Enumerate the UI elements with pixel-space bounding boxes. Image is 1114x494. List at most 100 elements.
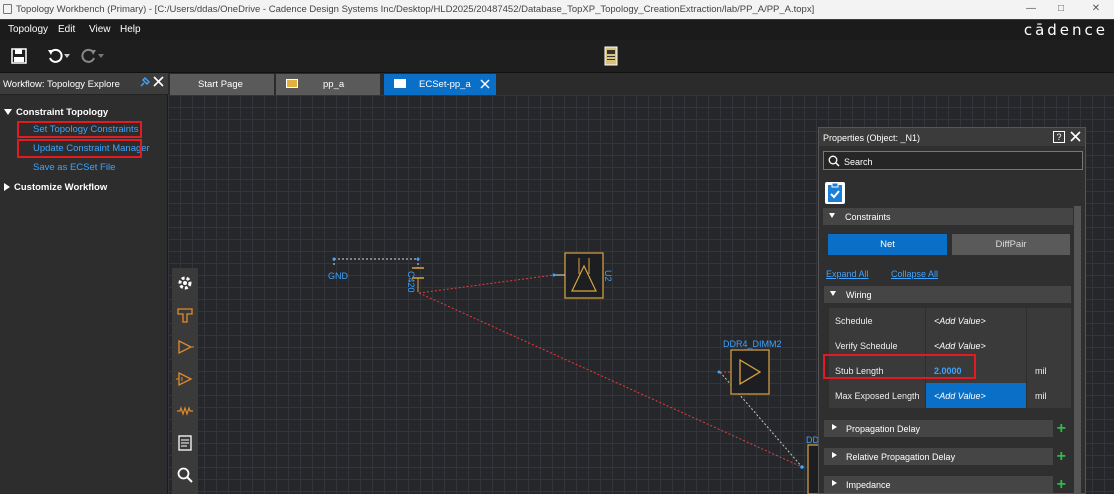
clipboard-check-icon[interactable] xyxy=(825,182,845,204)
undo-dropdown-icon[interactable] xyxy=(62,45,72,67)
wiring-label: Wiring xyxy=(846,290,872,300)
u2-label: U2 xyxy=(603,270,613,282)
topology-file-icon xyxy=(286,79,298,88)
ddr4-dimm2-component[interactable] xyxy=(730,349,770,395)
property-unit: mil xyxy=(1035,366,1047,376)
collapse-all-link[interactable]: Collapse All xyxy=(891,269,938,279)
properties-search-input[interactable]: Search xyxy=(823,151,1083,170)
gnd-label: GND xyxy=(328,271,348,281)
tab-pp-a[interactable]: pp_a xyxy=(276,74,380,95)
menu-help[interactable]: Help xyxy=(120,24,141,35)
redo-dropdown-icon[interactable] xyxy=(96,45,106,67)
group-label: Impedance xyxy=(846,480,891,490)
settings-gear-icon[interactable] xyxy=(174,272,196,294)
property-value-field[interactable]: <Add Value> xyxy=(926,383,1026,408)
receiver-icon[interactable] xyxy=(174,368,196,390)
highlight-box xyxy=(17,139,142,158)
diffpair-tab[interactable]: DiffPair xyxy=(952,234,1070,255)
property-value: <Add Value> xyxy=(934,316,986,326)
workflow-header: Workflow: Topology Explore xyxy=(0,73,168,95)
tab-ecset-pp-a[interactable]: ECSet-pp_a xyxy=(384,74,496,95)
property-unit: mil xyxy=(1035,391,1047,401)
menu-view[interactable]: View xyxy=(89,24,111,35)
component-palette xyxy=(172,268,198,494)
close-panel-icon[interactable] xyxy=(153,76,164,89)
highlight-box xyxy=(17,121,142,138)
tline-icon[interactable] xyxy=(174,304,196,326)
resistor-icon[interactable] xyxy=(174,400,196,422)
wiring-band[interactable]: Wiring xyxy=(824,286,1071,303)
net-tab[interactable]: Net xyxy=(828,234,947,255)
properties-scrollbar[interactable] xyxy=(1074,206,1081,493)
toolbar-document-icon[interactable] xyxy=(600,45,622,67)
group-relative-propagation-delay[interactable]: Relative Propagation Delay + xyxy=(824,448,1066,465)
property-value: <Add Value> xyxy=(934,341,986,351)
section-label: Constraint Topology xyxy=(16,107,109,118)
add-icon[interactable]: + xyxy=(1057,420,1066,437)
help-icon[interactable]: ? xyxy=(1053,131,1065,143)
zoom-icon[interactable] xyxy=(174,464,196,486)
tab-label: ECSet-pp_a xyxy=(419,79,471,90)
c420-label: C420 xyxy=(406,271,416,293)
dd-pin-dot xyxy=(800,465,804,469)
property-value: <Add Value> xyxy=(934,391,986,401)
property-value-field[interactable]: <Add Value> xyxy=(926,308,1026,333)
cadence-logo: cādence xyxy=(1023,21,1108,39)
collapse-triangle-icon xyxy=(4,183,10,192)
menu-edit[interactable]: Edit xyxy=(58,24,75,35)
close-window-button[interactable]: ✕ xyxy=(1085,3,1107,14)
group-impedance[interactable]: Impedance + xyxy=(824,476,1066,493)
c420-pin-dot xyxy=(416,257,420,261)
net-wire-u2 xyxy=(418,274,555,294)
close-tab-icon[interactable] xyxy=(480,79,490,92)
gnd-pin-dot xyxy=(332,257,336,261)
expand-triangle-icon xyxy=(830,291,836,296)
properties-title: Properties (Object: _N1) xyxy=(823,133,921,143)
workflow-panel: Workflow: Topology Explore Constraint To… xyxy=(0,73,168,494)
add-icon[interactable]: + xyxy=(1057,476,1066,493)
property-row-max-exposed-length: Max Exposed Length <Add Value> mil xyxy=(829,383,1071,408)
group-propagation-delay[interactable]: Propagation Delay + xyxy=(824,420,1066,437)
tab-start-page[interactable]: Start Page xyxy=(170,74,274,95)
minimize-button[interactable]: — xyxy=(1020,3,1042,14)
search-placeholder: Search xyxy=(844,157,873,167)
expand-all-link[interactable]: Expand All xyxy=(826,269,869,279)
ddr4-dimm2-label: DDR4_DIMM2 xyxy=(723,339,782,349)
group-label: Relative Propagation Delay xyxy=(846,452,956,462)
search-icon xyxy=(828,155,840,169)
properties-header: Properties (Object: _N1) ? xyxy=(819,128,1085,146)
section-constraint-topology[interactable]: Constraint Topology xyxy=(4,107,108,118)
maximize-button[interactable]: □ xyxy=(1050,3,1072,14)
document-tabs: Start Page pp_a ECSet-pp_a xyxy=(168,73,1114,95)
toolbar xyxy=(0,40,1114,73)
pin-icon[interactable] xyxy=(139,77,150,90)
constraints-label: Constraints xyxy=(845,212,891,222)
ecset-file-icon xyxy=(394,79,406,88)
property-name: Verify Schedule xyxy=(835,341,898,351)
app-icon xyxy=(3,4,12,14)
u2-pin-dot xyxy=(552,273,556,277)
property-name: Schedule xyxy=(835,316,873,326)
link-save-ecset-file[interactable]: Save as ECSet File xyxy=(33,162,115,173)
add-icon[interactable]: + xyxy=(1057,448,1066,465)
properties-panel: Properties (Object: _N1) ? Search Constr… xyxy=(818,127,1086,494)
collapse-triangle-icon xyxy=(832,424,837,430)
save-icon[interactable] xyxy=(8,45,30,67)
menu-bar: Topology Edit View Help cādence xyxy=(0,19,1114,40)
expand-triangle-icon xyxy=(829,213,835,218)
workflow-title: Workflow: Topology Explore xyxy=(3,79,120,90)
tab-label: Start Page xyxy=(198,79,243,90)
section-customize-workflow[interactable]: Customize Workflow xyxy=(4,182,107,193)
close-properties-icon[interactable] xyxy=(1070,131,1081,144)
group-label: Propagation Delay xyxy=(846,424,921,434)
expand-triangle-icon xyxy=(4,109,12,116)
property-row-schedule: Schedule <Add Value> xyxy=(829,308,1071,333)
title-bar: Topology Workbench (Primary) - [C:/Users… xyxy=(0,0,1114,19)
window-title: Topology Workbench (Primary) - [C:/Users… xyxy=(16,4,815,15)
driver-icon[interactable] xyxy=(174,336,196,358)
highlight-box xyxy=(823,354,976,379)
notes-icon[interactable] xyxy=(174,432,196,454)
constraints-band[interactable]: Constraints xyxy=(823,208,1073,225)
collapse-triangle-icon xyxy=(832,452,837,458)
menu-topology[interactable]: Topology xyxy=(8,24,48,35)
